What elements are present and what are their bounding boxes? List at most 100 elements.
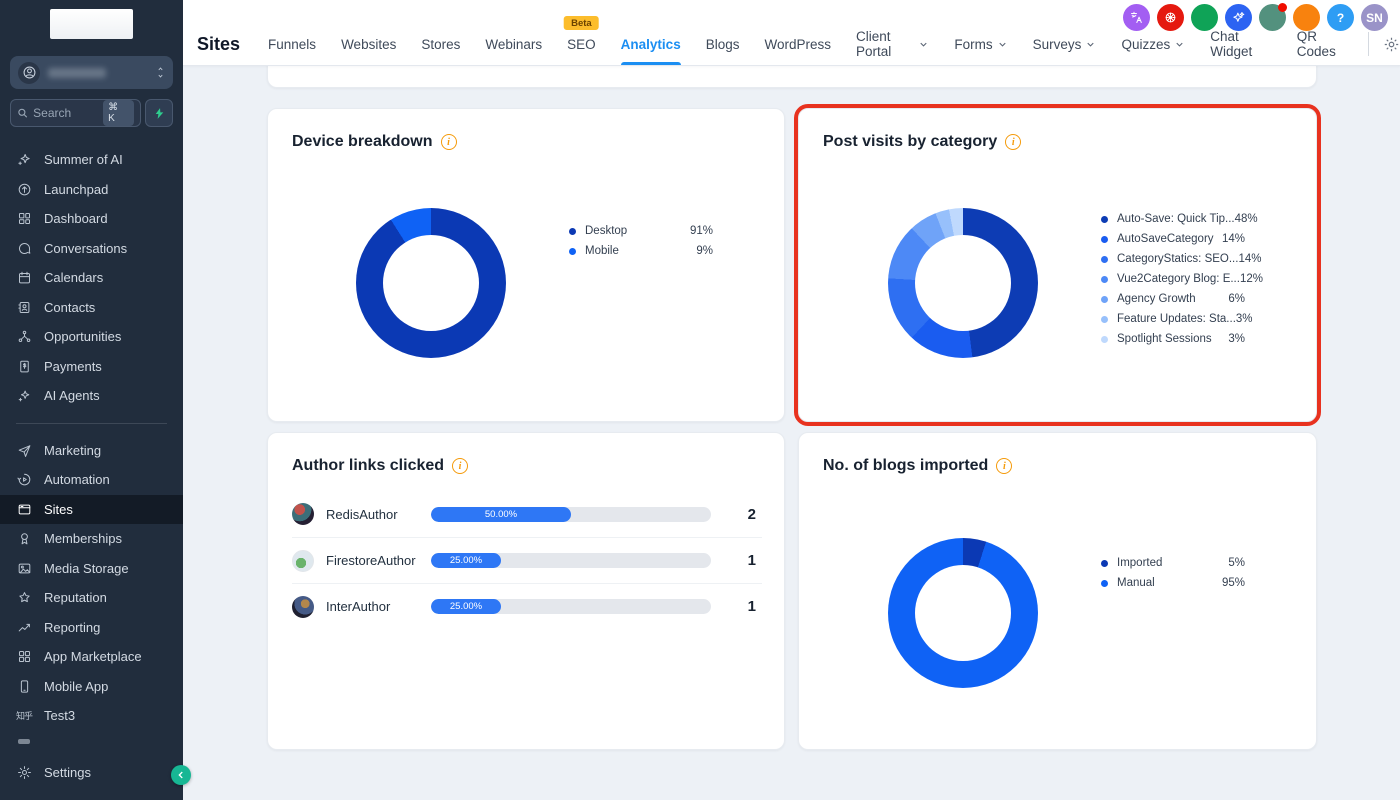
sidebar-collapse-button[interactable] — [171, 765, 191, 785]
sidebar-item-label: Media Storage — [44, 561, 129, 576]
author-progress-bar: 25.00% — [431, 599, 711, 614]
top-header: ?SN Sites FunnelsWebsitesStoresWebinarsS… — [183, 0, 1400, 66]
conversations-icon — [16, 240, 32, 256]
sidebar-item-contacts[interactable]: Contacts — [0, 293, 183, 323]
tab-label: Surveys — [1033, 37, 1082, 52]
legend-dot — [1101, 216, 1108, 223]
card-title: Post visits by category — [823, 133, 997, 151]
sidebar-item-memberships[interactable]: Memberships — [0, 524, 183, 554]
mobile-app-icon — [16, 678, 32, 694]
author-name: FirestoreAuthor — [326, 553, 431, 568]
tab-chat-widget[interactable]: Chat Widget — [1210, 23, 1272, 65]
info-icon[interactable]: i — [996, 458, 1012, 474]
chevron-down-icon — [918, 39, 929, 50]
sidebar-item-marketing[interactable]: Marketing — [0, 436, 183, 466]
legend-label: Vue2Category Blog: E... — [1117, 273, 1240, 285]
legend-value: 95% — [1222, 577, 1245, 589]
launchpad-icon — [16, 181, 32, 197]
legend-row: AutoSaveCategory14% — [1101, 229, 1245, 249]
tab-stores[interactable]: Stores — [421, 23, 460, 65]
chevron-down-icon — [997, 39, 1008, 50]
tab-wordpress[interactable]: WordPress — [764, 23, 831, 65]
tab-analytics[interactable]: Analytics — [621, 23, 681, 65]
tabbar-divider — [1368, 32, 1369, 56]
blogs-donut-chart — [888, 538, 1038, 688]
search-box[interactable]: ⌘ K — [10, 99, 141, 127]
card-title: No. of blogs imported — [823, 457, 988, 475]
calendar-icon — [16, 270, 32, 286]
settings-gear-icon — [16, 764, 32, 780]
sidebar-item-label: Contacts — [44, 300, 95, 315]
legend-value: 14% — [1238, 253, 1261, 265]
tab-blogs[interactable]: Blogs — [706, 23, 740, 65]
test3-icon: 知乎 — [16, 708, 32, 724]
chevron-left-icon — [176, 770, 186, 780]
memberships-icon — [16, 531, 32, 547]
card-title: Device breakdown — [292, 133, 433, 151]
tab-qr-codes[interactable]: QR Codes — [1297, 23, 1349, 65]
tab-label: Webinars — [485, 37, 542, 52]
info-icon[interactable]: i — [452, 458, 468, 474]
tab-seo[interactable]: SEOBeta — [567, 23, 596, 65]
sidebar-item-opportunities[interactable]: Opportunities — [0, 322, 183, 352]
legend-label: Mobile — [585, 245, 619, 257]
sidebar-item-mobile-app[interactable]: Mobile App — [0, 672, 183, 702]
tab-label: Chat Widget — [1210, 29, 1272, 59]
sidebar-item-app-marketplace[interactable]: App Marketplace — [0, 642, 183, 672]
legend-label: Manual — [1117, 577, 1155, 589]
tab-label: Quizzes — [1121, 37, 1170, 52]
keyboard-shortcut-badge: ⌘ K — [103, 100, 134, 126]
clipped-icon — [16, 734, 32, 750]
legend-dot — [1101, 236, 1108, 243]
sidebar-item-label: Automation — [44, 472, 110, 487]
tab-funnels[interactable]: Funnels — [268, 23, 316, 65]
sidebar-item-conversations[interactable]: Conversations — [0, 234, 183, 264]
sidebar-item-label: Test3 — [44, 708, 75, 723]
author-row: FirestoreAuthor25.00% 1 — [292, 537, 762, 583]
sidebar-item-reporting[interactable]: Reporting — [0, 613, 183, 643]
sidebar-item-label: Summer of AI — [44, 152, 123, 167]
author-progress-bar: 50.00% — [431, 507, 711, 522]
chevron-down-icon — [1174, 39, 1185, 50]
legend-label: Imported — [1117, 557, 1162, 569]
tab-quizzes[interactable]: Quizzes — [1121, 23, 1185, 65]
legend-value: 5% — [1228, 557, 1245, 569]
sidebar-item-ai-agents[interactable]: AI Agents — [0, 381, 183, 411]
sidebar-item-sites[interactable]: Sites — [0, 495, 183, 525]
info-icon[interactable]: i — [1005, 134, 1021, 150]
app-marketplace-icon — [16, 649, 32, 665]
legend-label: Agency Growth — [1117, 293, 1196, 305]
site-settings-gear-button[interactable] — [1383, 36, 1400, 53]
tab-webinars[interactable]: Webinars — [485, 23, 542, 65]
sidebar-item-test3[interactable]: 知乎 Test3 — [0, 701, 183, 731]
sidebar-item-summer-of-ai[interactable]: Summer of AI — [0, 145, 183, 175]
sidebar-item-payments[interactable]: Payments — [0, 352, 183, 382]
tab-client-portal[interactable]: Client Portal — [856, 23, 929, 65]
tab-websites[interactable]: Websites — [341, 23, 396, 65]
account-avatar-icon — [18, 62, 40, 84]
sidebar-item-media-storage[interactable]: Media Storage — [0, 554, 183, 584]
legend-value: 14% — [1222, 233, 1245, 245]
beta-badge: Beta — [563, 15, 600, 31]
tab-surveys[interactable]: Surveys — [1033, 23, 1097, 65]
author-progress-bar: 25.00% — [431, 553, 711, 568]
sidebar-item-reputation[interactable]: Reputation — [0, 583, 183, 613]
info-icon[interactable]: i — [441, 134, 457, 150]
author-click-count: 1 — [748, 552, 762, 569]
legend-row: Agency Growth 6% — [1101, 289, 1245, 309]
sidebar-item-calendars[interactable]: Calendars — [0, 263, 183, 293]
sidebar-item-automation[interactable]: Automation — [0, 465, 183, 495]
sidebar-item-clipped[interactable] — [0, 731, 183, 753]
blogs-imported-card: No. of blogs imported i Imported 5% Manual… — [798, 432, 1317, 750]
tab-forms[interactable]: Forms — [954, 23, 1007, 65]
account-switcher[interactable] — [10, 56, 173, 89]
legend-row: Manual 95% — [1101, 573, 1245, 593]
sidebar-item-label: Reporting — [44, 620, 100, 635]
sidebar-item-settings[interactable]: Settings — [0, 758, 183, 788]
quick-actions-button[interactable] — [145, 99, 173, 127]
sidebar-item-launchpad[interactable]: Launchpad — [0, 175, 183, 205]
search-input[interactable] — [33, 106, 103, 120]
legend-value: 6% — [1228, 293, 1245, 305]
sidebar-item-dashboard[interactable]: Dashboard — [0, 204, 183, 234]
page-title: Sites — [197, 34, 240, 55]
